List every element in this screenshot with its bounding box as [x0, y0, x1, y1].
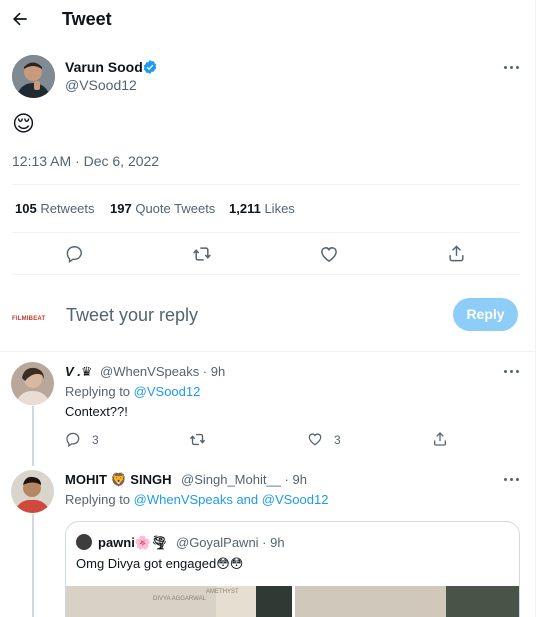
replying-to-line: Replying to @WhenVSpeaks and @VSood12: [65, 492, 328, 507]
likes-count: 1,211: [229, 201, 261, 216]
thread-line: [32, 514, 34, 617]
timeline-column: Tweet Varun Sood @VSood12 😌 12:13 AM · D…: [0, 0, 536, 617]
divider: [12, 232, 520, 233]
retweet-icon[interactable]: [192, 244, 212, 264]
retweets-stat[interactable]: 105 Retweets: [15, 201, 95, 216]
quoted-media-caption: DIVYA AGGARWAL: [153, 596, 207, 602]
quoted-avatar: [76, 534, 92, 550]
reply-text: Context??!: [65, 404, 128, 419]
verified-badge-icon: [142, 59, 158, 75]
quoted-media[interactable]: DIVYA AGGARWAL AMETHYST: [66, 586, 519, 617]
quoted-tweet[interactable]: pawni🌸🌪 @GoyalPawni · 9h Omg Divya got e…: [65, 521, 520, 617]
quoted-media-brand: AMETHYST: [206, 589, 239, 595]
reply-author-handle[interactable]: @WhenVSpeaks · 9h: [100, 364, 225, 379]
divider: [12, 184, 520, 185]
share-icon[interactable]: [432, 431, 448, 447]
like-count: 3: [334, 433, 341, 447]
quote-tweets-stat[interactable]: 197 Quote Tweets: [110, 201, 215, 216]
author-avatar[interactable]: [12, 55, 55, 98]
author-name[interactable]: Varun Sood: [65, 59, 143, 75]
reply-icon[interactable]: [65, 431, 81, 447]
more-options-icon[interactable]: [503, 470, 521, 488]
more-options-icon[interactable]: [503, 58, 521, 76]
page-header: Tweet: [0, 0, 536, 40]
tweet-text: 😌: [12, 111, 35, 136]
reply-author-name[interactable]: MOHIT 🦁 SINGH: [65, 472, 171, 488]
reply-button[interactable]: Reply: [453, 298, 518, 331]
reply-avatar[interactable]: [11, 362, 54, 405]
replying-to-link[interactable]: @WhenVSpeaks and @VSood12: [134, 492, 329, 507]
divider: [12, 274, 520, 275]
page-title: Tweet: [62, 9, 112, 29]
reply-avatar[interactable]: [11, 470, 54, 513]
replying-to-line: Replying to @VSood12: [65, 384, 200, 399]
tweet-timestamp[interactable]: 12:13 AM · Dec 6, 2022: [12, 153, 159, 169]
likes-stat[interactable]: 1,211 Likes: [229, 201, 295, 216]
replying-to-link[interactable]: @VSood12: [134, 384, 201, 399]
composer-avatar-logo: FILMIBEAT: [12, 307, 52, 322]
reply-input[interactable]: Tweet your reply: [66, 305, 198, 326]
likes-label: Likes: [264, 201, 295, 216]
like-heart-icon[interactable]: [307, 431, 323, 447]
reply-author-name[interactable]: V .♛: [65, 364, 93, 380]
thread-line: [32, 406, 34, 466]
quoted-author-handle: @GoyalPawni · 9h: [176, 535, 285, 550]
retweets-label: Retweets: [40, 201, 95, 216]
share-icon[interactable]: [447, 244, 466, 263]
quoted-author-name: pawni🌸🌪: [98, 535, 168, 550]
back-arrow-icon[interactable]: [10, 9, 32, 31]
divider: [0, 351, 536, 352]
replying-to-prefix: Replying to: [65, 384, 134, 399]
like-heart-icon[interactable]: [319, 244, 339, 264]
replying-to-prefix: Replying to: [65, 492, 134, 507]
reply-author-handle[interactable]: @Singh_Mohit__ · 9h: [181, 472, 307, 487]
retweet-icon[interactable]: [189, 431, 206, 448]
quote-tweets-label: Quote Tweets: [135, 201, 216, 216]
retweets-count: 105: [15, 201, 37, 216]
quoted-text: Omg Divya got engaged😳😳: [76, 556, 244, 571]
reply-icon[interactable]: [65, 244, 84, 263]
quote-tweets-count: 197: [110, 201, 132, 216]
more-options-icon[interactable]: [503, 362, 521, 380]
composer-logo-text: FILMIBEAT: [12, 316, 46, 322]
reply-count: 3: [92, 433, 99, 447]
author-handle[interactable]: @VSood12: [65, 77, 137, 93]
